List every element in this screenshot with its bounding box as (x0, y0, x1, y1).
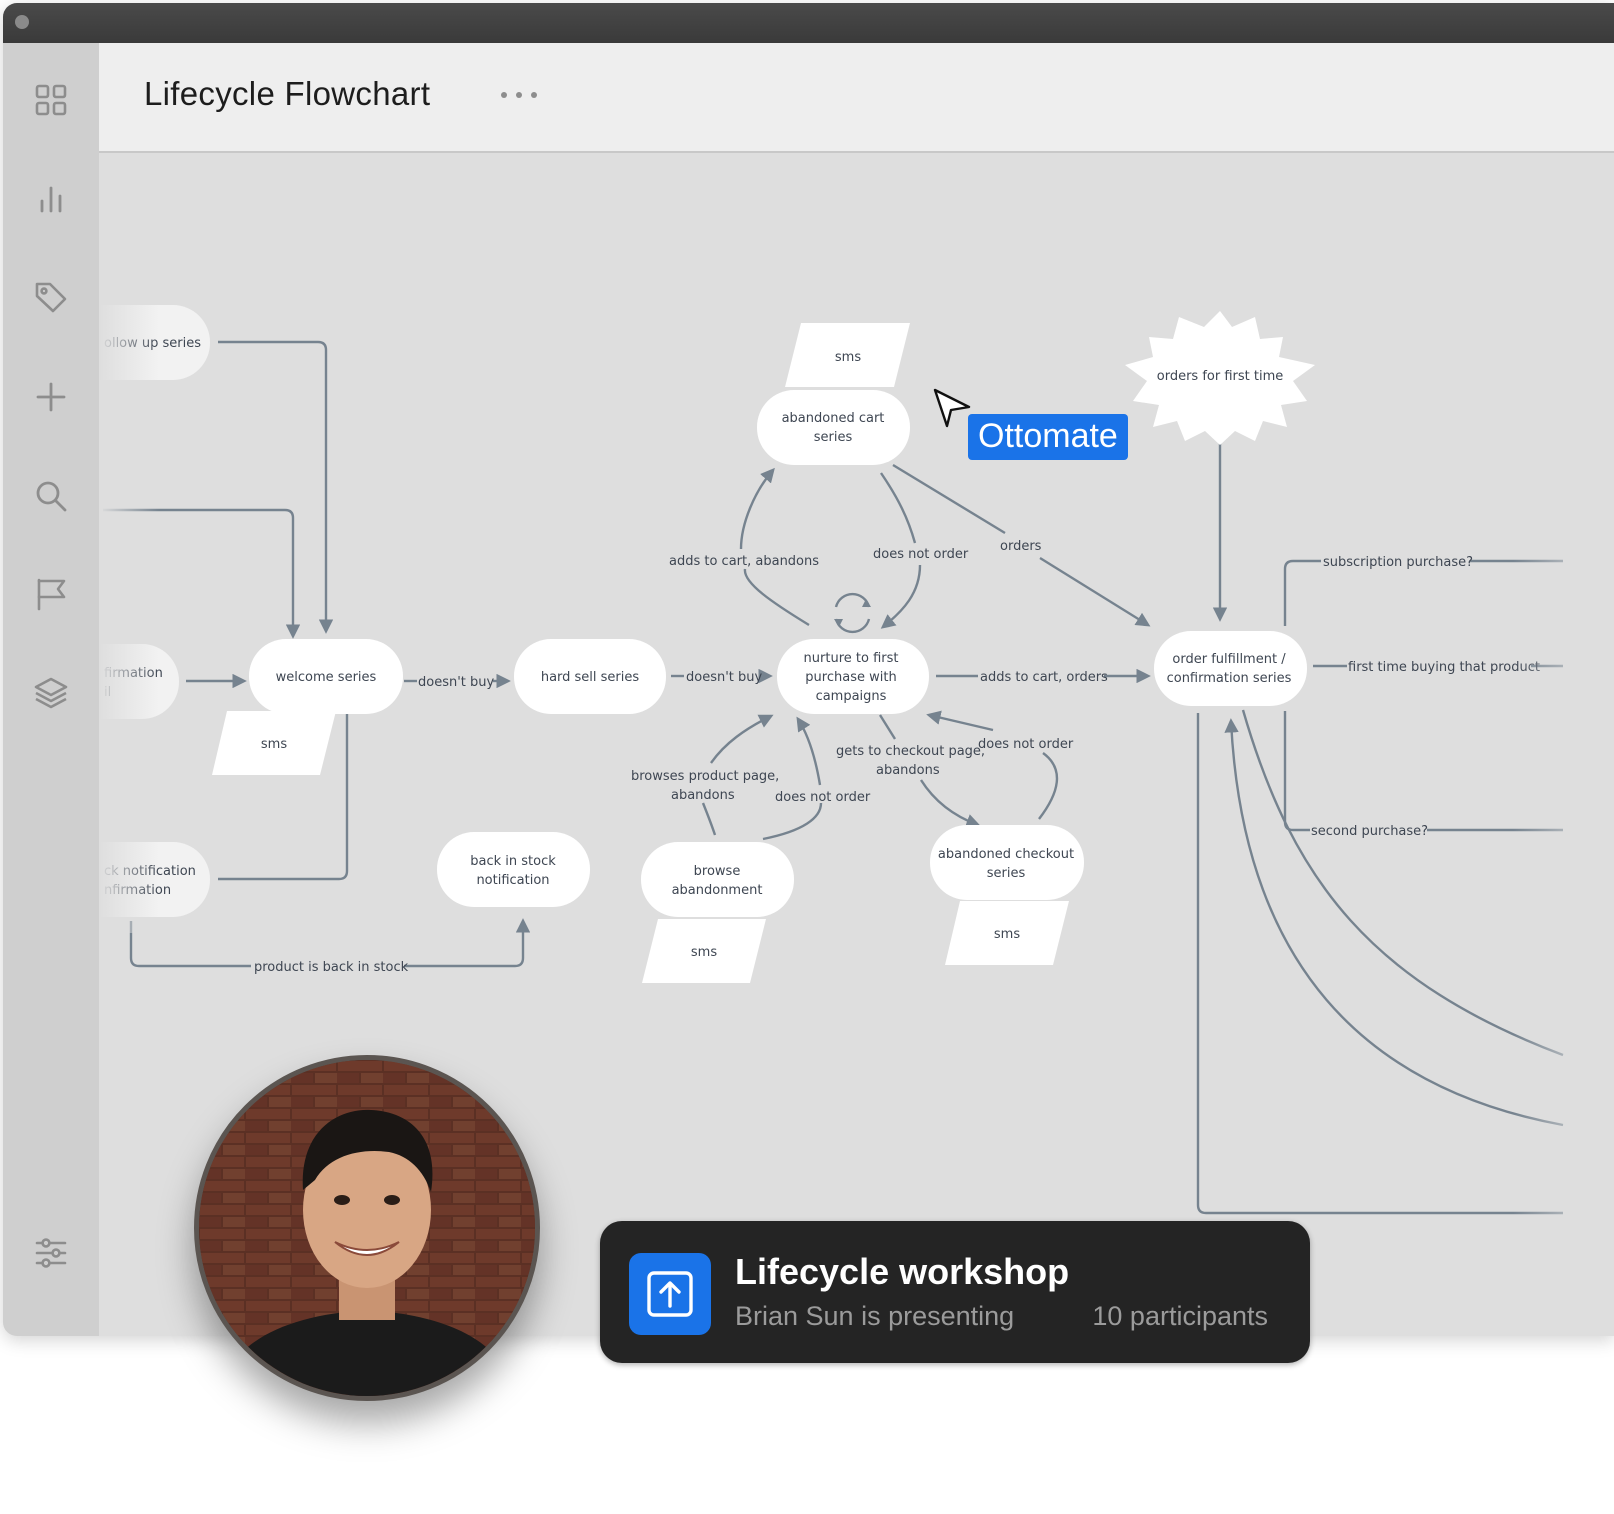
node-welcome-sms[interactable]: sms (212, 711, 336, 775)
plus-icon[interactable] (31, 377, 71, 417)
presenter-status: Brian Sun is presenting (735, 1301, 1015, 1331)
edge-label: abandons (671, 788, 735, 803)
svg-text:sms: sms (261, 737, 287, 752)
sliders-icon[interactable] (31, 1233, 71, 1273)
svg-text:purchase with: purchase with (805, 670, 896, 685)
flag-icon[interactable] (31, 574, 71, 614)
dot-icon (501, 92, 507, 98)
node-hard-sell-series[interactable]: hard sell series (514, 639, 666, 714)
presenter-avatar (194, 1055, 540, 1401)
edge-label: does not order (775, 790, 871, 805)
svg-text:confirmation series: confirmation series (1167, 671, 1292, 686)
svg-text:sms: sms (994, 927, 1020, 942)
collaborator-cursor-icon (933, 388, 971, 428)
node-checkout-sms[interactable]: sms (945, 901, 1069, 965)
edge-label: browses product page, (631, 769, 779, 784)
svg-text:abandoned cart: abandoned cart (782, 411, 885, 426)
window-titlebar (3, 3, 1614, 43)
svg-text:back in stock: back in stock (470, 854, 556, 869)
presentation-banner[interactable]: Lifecycle workshop Brian Sun is presenti… (600, 1221, 1310, 1363)
node-orders-first-time[interactable]: orders for first time (1125, 311, 1315, 445)
edge-label: does not order (873, 547, 969, 562)
sidebar (3, 43, 99, 1336)
header-bar: Lifecycle Flowchart (99, 43, 1614, 153)
node-welcome-series[interactable]: welcome series (249, 639, 403, 714)
svg-text:browse: browse (694, 864, 741, 879)
node-browse-sms[interactable]: sms (642, 919, 766, 983)
more-options-button[interactable] (501, 83, 537, 107)
edge-label: abandons (876, 763, 940, 778)
edge-label: doesn't buy (418, 675, 495, 690)
svg-text:welcome series: welcome series (276, 670, 377, 685)
node-back-in-stock[interactable]: back in stock notification (437, 832, 590, 907)
svg-text:abandonment: abandonment (672, 883, 763, 898)
svg-text:series: series (814, 430, 853, 445)
node-nurture[interactable]: nurture to first purchase with campaigns (777, 639, 929, 714)
edge-label: adds to cart, orders (980, 670, 1108, 685)
node-abandoned-checkout[interactable]: abandoned checkout series (930, 825, 1084, 900)
edge-label: subscription purchase? (1323, 555, 1473, 570)
edge-label: gets to checkout page, (836, 744, 985, 759)
svg-text:order fulfillment /: order fulfillment / (1172, 652, 1286, 667)
bar-chart-icon[interactable] (31, 179, 71, 219)
grid-icon[interactable] (31, 80, 71, 120)
edge-label: second purchase? (1311, 824, 1428, 839)
svg-text:campaigns: campaigns (816, 689, 887, 704)
svg-text:sms: sms (691, 945, 717, 960)
node-abandoned-cart[interactable]: abandoned cart series (757, 390, 910, 465)
dot-icon (516, 92, 522, 98)
present-upload-icon[interactable] (629, 1253, 711, 1335)
svg-text:hard sell series: hard sell series (541, 670, 640, 685)
svg-text:nurture to first: nurture to first (804, 651, 899, 666)
node-order-fulfillment[interactable]: order fulfillment / confirmation series (1154, 631, 1307, 706)
node-cart-sms[interactable]: sms (785, 323, 910, 387)
participant-count: 10 participants (1092, 1301, 1268, 1331)
tag-icon[interactable] (31, 277, 71, 317)
presentation-title: Lifecycle workshop (735, 1251, 1070, 1292)
svg-text:orders for first time: orders for first time (1157, 369, 1283, 384)
edge-label: adds to cart, abandons (669, 554, 819, 569)
collaborator-cursor-label: Ottomate (968, 414, 1128, 460)
edge-label: first time buying that product (1348, 660, 1540, 675)
window-control-dot[interactable] (15, 15, 29, 29)
edge-label: product is back in stock (254, 960, 409, 975)
svg-text:abandoned checkout: abandoned checkout (938, 847, 1074, 862)
svg-text:series: series (987, 866, 1026, 881)
edge-label: doesn't buy (686, 670, 763, 685)
svg-text:notification: notification (476, 873, 549, 888)
edge-labels: doesn't buy doesn't buy adds to cart, ab… (254, 539, 1540, 975)
search-icon[interactable] (31, 476, 71, 516)
layers-icon[interactable] (31, 673, 71, 713)
edge-label: orders (1000, 539, 1042, 554)
dot-icon (531, 92, 537, 98)
svg-text:sms: sms (835, 350, 861, 365)
page-title: Lifecycle Flowchart (144, 75, 431, 112)
edge-label: does not order (978, 737, 1074, 752)
node-browse-abandonment[interactable]: browse abandonment (641, 842, 794, 917)
